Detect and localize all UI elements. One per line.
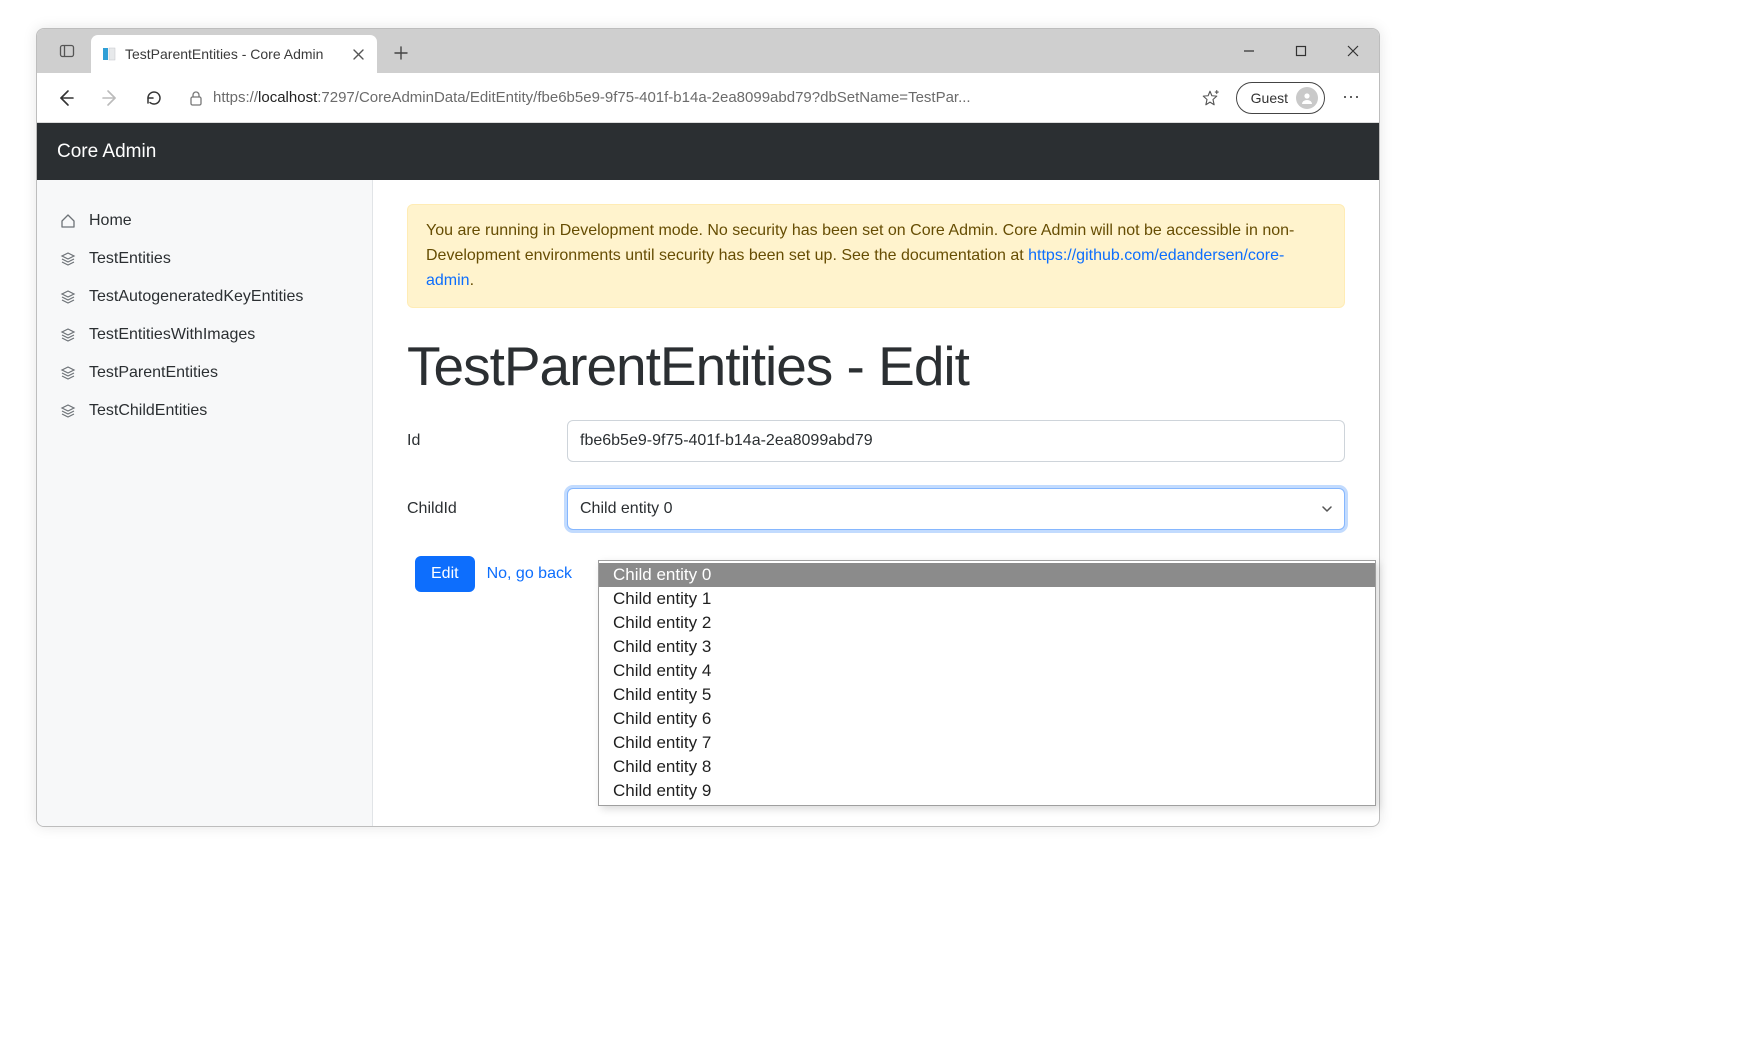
- avatar-icon: [1296, 87, 1318, 109]
- back-button[interactable]: [47, 79, 85, 117]
- childid-option[interactable]: Child entity 5: [599, 683, 1375, 707]
- childid-selected-value: Child entity 0: [580, 500, 673, 518]
- form-row-id: Id: [407, 420, 1345, 462]
- childid-option[interactable]: Child entity 9: [599, 779, 1375, 803]
- tab-strip: TestParentEntities - Core Admin: [37, 29, 1379, 73]
- favorites-button[interactable]: [1192, 80, 1228, 116]
- app-brand: Core Admin: [57, 141, 156, 163]
- sidebar-item-label: TestAutogeneratedKeyEntities: [89, 288, 303, 306]
- submit-button[interactable]: Edit: [415, 556, 475, 592]
- layers-icon: [59, 402, 77, 420]
- layers-icon: [59, 326, 77, 344]
- sidebar-item-home[interactable]: Home: [37, 202, 372, 240]
- browser-tab[interactable]: TestParentEntities - Core Admin: [91, 35, 377, 73]
- lock-icon: [187, 90, 205, 106]
- profile-label: Guest: [1251, 90, 1288, 106]
- forward-button[interactable]: [91, 79, 129, 117]
- sidebar-item-label: TestChildEntities: [89, 402, 207, 420]
- layers-icon: [59, 364, 77, 382]
- sidebar-item-label: Home: [89, 212, 132, 230]
- browser-toolbar: https://localhost:7297/CoreAdminData/Edi…: [37, 73, 1379, 123]
- layers-icon: [59, 250, 77, 268]
- window-maximize-button[interactable]: [1275, 29, 1327, 73]
- id-label: Id: [407, 432, 567, 450]
- window-controls: [1223, 29, 1379, 73]
- sidebar-item-testchildentities[interactable]: TestChildEntities: [37, 392, 372, 430]
- window-close-button[interactable]: [1327, 29, 1379, 73]
- sidebar-item-testautogeneratedkeyentities[interactable]: TestAutogeneratedKeyEntities: [37, 278, 372, 316]
- tab-title: TestParentEntities - Core Admin: [125, 46, 341, 62]
- profile-button[interactable]: Guest: [1236, 82, 1325, 114]
- cancel-link[interactable]: No, go back: [487, 565, 572, 583]
- tab-close-button[interactable]: [349, 45, 367, 63]
- alert-text-after: .: [470, 272, 474, 289]
- dev-mode-alert: You are running in Development mode. No …: [407, 204, 1345, 308]
- window-minimize-button[interactable]: [1223, 29, 1275, 73]
- childid-label: ChildId: [407, 500, 567, 518]
- childid-option[interactable]: Child entity 2: [599, 611, 1375, 635]
- childid-option[interactable]: Child entity 4: [599, 659, 1375, 683]
- chevron-down-icon: [1321, 503, 1333, 515]
- sidebar-item-testentitieswithimages[interactable]: TestEntitiesWithImages: [37, 316, 372, 354]
- sidebar-item-testentities[interactable]: TestEntities: [37, 240, 372, 278]
- address-bar[interactable]: https://localhost:7297/CoreAdminData/Edi…: [179, 79, 1186, 117]
- settings-menu-button[interactable]: ⋯: [1333, 80, 1369, 116]
- childid-option[interactable]: Child entity 0: [599, 563, 1375, 587]
- url-prefix: https://: [213, 89, 258, 106]
- home-icon: [59, 212, 77, 230]
- childid-select[interactable]: Child entity 0: [567, 488, 1345, 530]
- sidebar-item-label: TestParentEntities: [89, 364, 218, 382]
- childid-option[interactable]: Child entity 7: [599, 731, 1375, 755]
- sidebar-item-testparententities[interactable]: TestParentEntities: [37, 354, 372, 392]
- childid-option[interactable]: Child entity 6: [599, 707, 1375, 731]
- sidebar-item-label: TestEntities: [89, 250, 171, 268]
- url-host: localhost: [258, 89, 317, 106]
- id-input[interactable]: [567, 420, 1345, 462]
- layers-icon: [59, 288, 77, 306]
- url-rest: :7297/CoreAdminData/EditEntity/fbe6b5e9-…: [317, 89, 970, 106]
- form-row-childid: ChildId Child entity 0: [407, 488, 1345, 530]
- childid-option[interactable]: Child entity 8: [599, 755, 1375, 779]
- url-text: https://localhost:7297/CoreAdminData/Edi…: [213, 89, 1178, 106]
- favicon-icon: [101, 46, 117, 62]
- sidebar-item-label: TestEntitiesWithImages: [89, 326, 255, 344]
- childid-option[interactable]: Child entity 3: [599, 635, 1375, 659]
- app-header: Core Admin: [37, 123, 1379, 180]
- page-title: TestParentEntities - Edit: [407, 334, 1345, 398]
- refresh-button[interactable]: [135, 79, 173, 117]
- tab-actions-button[interactable]: [49, 33, 85, 69]
- new-tab-button[interactable]: [383, 35, 419, 71]
- childid-option[interactable]: Child entity 1: [599, 587, 1375, 611]
- sidebar: Home TestEntities TestAutogeneratedKeyEn…: [37, 180, 373, 826]
- childid-dropdown-list[interactable]: Child entity 0Child entity 1Child entity…: [598, 560, 1376, 806]
